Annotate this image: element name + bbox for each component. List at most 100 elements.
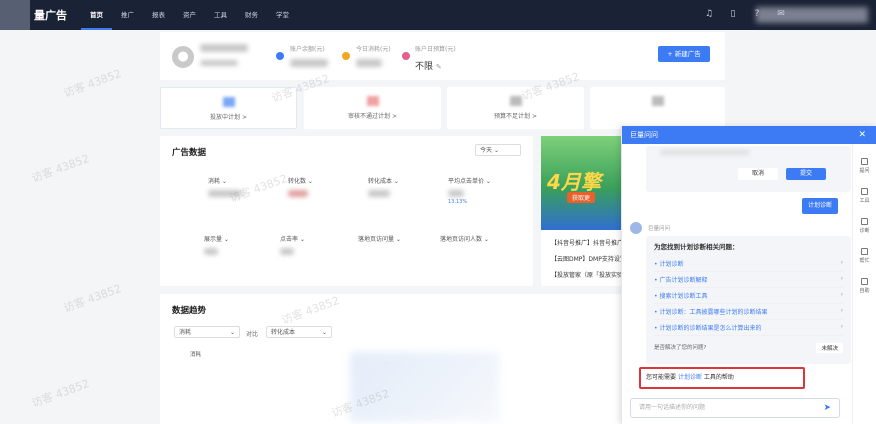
today-cost-value	[356, 59, 382, 67]
question-link[interactable]: • 广告计划诊断解释 ›	[654, 272, 843, 288]
quick-card-running[interactable]: 投放中计划 >	[160, 87, 297, 129]
side-tools[interactable]: 工具	[853, 188, 876, 204]
cancel-button[interactable]: 取消	[738, 168, 778, 180]
watermark: 访客 43852	[61, 282, 124, 315]
metric-select-value: 消耗	[179, 329, 192, 336]
more-icon	[651, 96, 664, 106]
metric-impressions: 展示量	[204, 236, 223, 243]
user-info[interactable]	[756, 7, 868, 23]
chevron-down-icon: ⌄	[229, 329, 235, 336]
ad-data-title: 广告数据	[172, 148, 207, 158]
highlight-box	[639, 367, 805, 389]
new-ad-button[interactable]: + 新建广告	[658, 46, 710, 62]
diagnose-icon	[861, 218, 868, 225]
question-link[interactable]: • 搜索计划诊断工具 ›	[654, 288, 843, 304]
nav-academy[interactable]: 学堂	[267, 0, 298, 30]
quick-card-rejected[interactable]: 审核不通过计划 >	[304, 87, 441, 129]
side-help[interactable]: 帮忙	[853, 248, 876, 264]
chevron-down-icon: ⌄	[321, 329, 327, 336]
nav-assets[interactable]: 资产	[174, 0, 205, 30]
date-range-select[interactable]: 今天 ⌄	[475, 144, 521, 156]
chat-sidebar: 提问 工具 诊断 帮忙 自助	[852, 144, 876, 424]
daily-budget-value: 不限	[415, 62, 434, 72]
promo-banner[interactable]: 4月擎 获取更	[541, 136, 631, 230]
quick-card-budget[interactable]: 预算不足计划 >	[447, 87, 584, 129]
metric-percent: 13.13%	[448, 199, 468, 205]
running-icon	[222, 97, 235, 107]
feedback-box: 取消 提交	[646, 146, 851, 192]
close-icon[interactable]: ✕	[858, 126, 866, 144]
side-self[interactable]: 自助	[853, 278, 876, 294]
metric-ctr: 点击率	[280, 236, 299, 243]
date-range-value: 今天	[480, 147, 493, 154]
chevron-down-icon: ⌄	[493, 147, 499, 154]
chat-input[interactable]: 请用一句话描述你的问题 ➤	[630, 398, 840, 418]
question-link[interactable]: • 计划诊断的诊断结果是怎么计算出来的 ›	[654, 320, 843, 336]
feedback-text	[660, 150, 750, 155]
compare-label: 对比	[246, 331, 259, 338]
bot-answer: 为您找到计划诊断相关问题： • 计划诊断 › • 广告计划诊断解释 › • 搜索计划…	[646, 236, 851, 364]
submit-button[interactable]: 提交	[786, 168, 826, 180]
quick-label: 审核不通过计划 >	[348, 113, 397, 120]
metric-lp-visits: 落地页访问量	[358, 236, 395, 243]
watermark: 访客 43852	[29, 377, 92, 410]
nav-home[interactable]: 首页	[81, 0, 112, 30]
wallet-icon	[276, 52, 284, 60]
metric-avg-cpc-value	[448, 190, 464, 197]
send-icon[interactable]: ➤	[823, 399, 831, 417]
balance-value	[290, 59, 328, 67]
coin-icon	[342, 52, 350, 60]
bell-icon[interactable]: ♫	[704, 9, 714, 19]
rejected-icon	[366, 96, 379, 106]
chat-header: 巨量问问 ✕	[622, 126, 876, 144]
logo	[0, 0, 30, 30]
news-item[interactable]: 【云图DMP】DMP支持设置	[551, 254, 626, 263]
metric-conversions-value	[288, 190, 308, 197]
unsolved-button[interactable]: 未解决	[816, 343, 843, 353]
quick-card-more[interactable]	[590, 87, 725, 129]
side-diagnose[interactable]: 诊断	[853, 218, 876, 234]
balance-label: 账户余额(元)	[290, 46, 325, 53]
metric-select[interactable]: 消耗 ⌄	[174, 326, 240, 338]
user-message: 计划诊断	[802, 198, 838, 214]
metric-impressions-value	[204, 248, 218, 255]
side-ask[interactable]: 提问	[853, 158, 876, 174]
self-service-icon	[861, 278, 868, 285]
ask-icon	[861, 158, 868, 165]
edit-icon[interactable]: ✎	[436, 63, 442, 71]
quick-label: 预算不足计划 >	[494, 113, 537, 120]
metric-cost-value	[208, 190, 242, 197]
chat-input-placeholder: 请用一句话描述你的问题	[639, 404, 706, 411]
metric-conversions: 转化数	[288, 178, 307, 185]
question-link[interactable]: • 计划诊断 ›	[654, 256, 843, 272]
account-id	[200, 60, 238, 66]
nav-promote[interactable]: 推广	[112, 0, 143, 30]
nav-finance[interactable]: 财务	[236, 0, 267, 30]
account-card: ● 账户余额(元) 今日消耗(元) 账户日预算(元) 不限 ✎ + 新建广告	[160, 32, 725, 80]
budget-icon	[402, 52, 410, 60]
metric-avg-cpc: 平均点击单价	[448, 178, 485, 185]
trend-title: 数据趋势	[172, 306, 207, 316]
answer-intro: 为您找到计划诊断相关问题：	[654, 243, 739, 251]
nav-tools[interactable]: 工具	[205, 0, 236, 30]
solved-question: 是否解决了您的问题?	[654, 345, 707, 351]
question-link[interactable]: • 计划诊断：工具披露哪些计划的诊断结果 ›	[654, 304, 843, 320]
phone-icon[interactable]: ▯	[728, 9, 738, 19]
avatar: ●	[172, 46, 194, 68]
nav-report[interactable]: 报表	[143, 0, 174, 30]
news-item[interactable]: 【投放管家（原「投放实验	[551, 270, 623, 279]
main-nav: 首页 推广 报表 资产 工具 财务 学堂	[81, 0, 298, 30]
chart-legend: 消耗	[190, 352, 202, 358]
account-name	[200, 44, 248, 52]
chat-title: 巨量问问	[630, 131, 658, 139]
metric-lp-visitors: 落地页访问人数	[440, 236, 483, 243]
today-cost-label: 今日消耗(元)	[356, 46, 391, 53]
news-item[interactable]: 【抖音号推广】抖音号推广	[551, 238, 623, 247]
quick-label: 投放中计划 >	[210, 114, 247, 121]
banner-sub: 获取更	[567, 192, 596, 203]
top-navbar: 量广告 首页 推广 报表 资产 工具 财务 学堂 ♫ ▯ ? ✉	[0, 0, 876, 30]
metric-ctr-value	[280, 248, 294, 255]
compare-select[interactable]: 转化成本 ⌄	[266, 326, 332, 338]
bot-name: 巨量问问	[648, 226, 671, 232]
metric-conv-cost-value	[368, 190, 390, 197]
